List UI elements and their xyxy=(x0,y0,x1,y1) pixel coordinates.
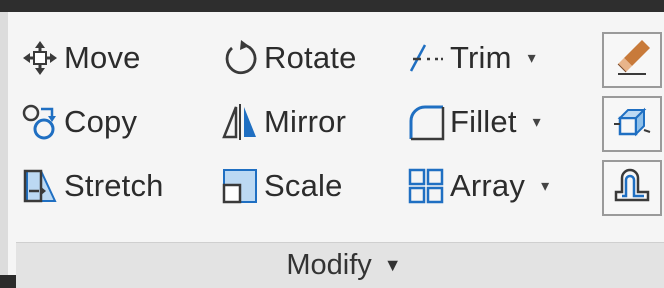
explode-icon xyxy=(612,102,652,147)
fillet-dropdown-icon[interactable]: ▾ xyxy=(533,112,541,132)
copy-button[interactable]: Copy xyxy=(16,96,137,148)
mirror-label: Mirror xyxy=(264,104,347,139)
rotate-label: Rotate xyxy=(264,40,357,75)
rotate-button[interactable]: Rotate xyxy=(216,32,357,84)
array-dropdown-icon[interactable]: ▾ xyxy=(541,176,549,196)
trim-dropdown-icon[interactable]: ▾ xyxy=(528,48,536,68)
fillet-icon xyxy=(402,102,450,142)
erase-button[interactable] xyxy=(602,32,662,88)
stretch-icon xyxy=(16,166,64,206)
move-label: Move xyxy=(64,40,141,75)
trim-icon xyxy=(402,38,450,78)
mirror-icon xyxy=(216,102,264,142)
scale-label: Scale xyxy=(264,168,343,203)
move-icon xyxy=(16,38,64,78)
move-button[interactable]: Move xyxy=(16,32,141,84)
explode-button[interactable] xyxy=(602,96,662,152)
offset-icon xyxy=(612,166,652,211)
panel-title-bar[interactable]: Modify ▼ xyxy=(16,242,664,288)
fillet-label: Fillet xyxy=(450,104,517,139)
panel-title: Modify xyxy=(286,249,372,281)
modify-panel: Move Copy Stretch Rotate Mirror Scale Tr… xyxy=(0,12,664,288)
copy-icon xyxy=(16,102,64,142)
mirror-button[interactable]: Mirror xyxy=(216,96,346,148)
erase-icon xyxy=(612,38,652,83)
offset-button[interactable] xyxy=(602,160,662,216)
copy-label: Copy xyxy=(64,104,138,139)
scale-icon xyxy=(216,166,264,206)
top-edge-bar xyxy=(0,0,664,12)
trim-button[interactable]: Trim ▾ xyxy=(402,32,536,84)
array-icon xyxy=(402,166,450,206)
stretch-label: Stretch xyxy=(64,168,164,203)
array-button[interactable]: Array ▾ xyxy=(402,160,549,212)
stretch-button[interactable]: Stretch xyxy=(16,160,164,212)
rotate-icon xyxy=(216,38,264,78)
array-label: Array xyxy=(450,168,526,203)
fillet-button[interactable]: Fillet ▾ xyxy=(402,96,541,148)
scale-button[interactable]: Scale xyxy=(216,160,343,212)
panel-expand-icon[interactable]: ▼ xyxy=(384,255,402,276)
trim-label: Trim xyxy=(450,40,512,75)
